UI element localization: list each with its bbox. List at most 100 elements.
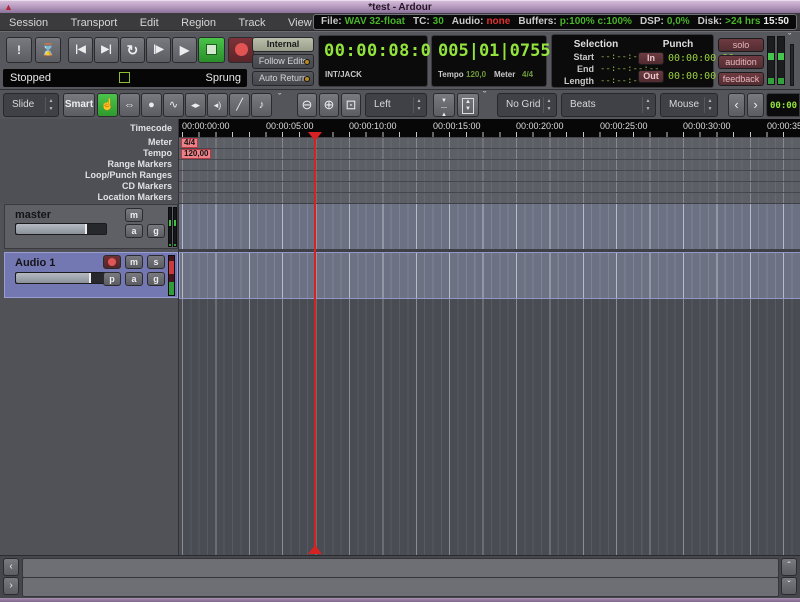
ruler-label-range-markers[interactable]: Range Markers — [0, 159, 177, 170]
ruler-label-meter[interactable]: Meter — [0, 137, 177, 148]
stepper-icon[interactable]: ▲▼ — [413, 97, 424, 113]
meter-ruler[interactable]: 4/4 — [179, 137, 800, 148]
summary-scroll-down-button[interactable]: ˇ — [781, 577, 797, 595]
sync-internal-button[interactable]: Internal — [252, 37, 314, 52]
menu-edit[interactable]: Edit — [131, 14, 168, 32]
summary-scroll-right-button[interactable]: › — [3, 577, 19, 595]
grid-mode-dropdown[interactable]: No Grid▲▼ — [497, 93, 557, 117]
ruler-label-loop-punch[interactable]: Loop/Punch Ranges — [0, 170, 177, 181]
summary-scroll-left-button[interactable]: ‹ — [3, 558, 19, 576]
punch-in-button[interactable]: In — [638, 52, 664, 65]
auto-return-button[interactable]: Auto Return — [252, 71, 314, 86]
ruler-canvas[interactable]: 00:00:00:00 00:00:05:00 00:00:10:00 00:0… — [178, 119, 800, 203]
midi-panic-button[interactable]: ! — [6, 37, 32, 63]
track-name-master[interactable]: master — [15, 209, 51, 221]
monitor-fader[interactable] — [790, 44, 794, 86]
feedback-button[interactable]: feedback — [718, 72, 764, 86]
track-header-audio1[interactable]: Audio 1 m s p a g — [4, 252, 178, 298]
audio1-p-button[interactable]: p — [103, 272, 121, 286]
audio1-g-button[interactable]: g — [147, 272, 165, 286]
ruler-label-cd-markers[interactable]: CD Markers — [0, 181, 177, 192]
fader-handle[interactable] — [85, 224, 87, 234]
tool-stretch-button[interactable]: ◂▸ — [185, 93, 206, 117]
tool-notes-button[interactable]: ♪ — [251, 93, 272, 117]
toolbar-expand-icon[interactable]: ˇ — [278, 92, 281, 102]
play-loop-button[interactable]: ↻ — [120, 37, 145, 63]
secondary-clock[interactable]: 005|01|0755 Tempo 120,0 Meter 4/4 — [431, 35, 547, 87]
tool-gain-button[interactable]: ∿ — [163, 93, 184, 117]
master-mute-button[interactable]: m — [125, 208, 143, 222]
menu-session[interactable]: Session — [0, 14, 57, 32]
ruler-label-tempo[interactable]: Tempo — [0, 148, 177, 159]
tool-audition-button[interactable]: ◂) — [207, 93, 228, 117]
metronome-button[interactable]: ⌛ — [35, 37, 61, 63]
master-g-button[interactable]: g — [147, 224, 165, 238]
shuttle-position-marker[interactable] — [119, 72, 130, 83]
master-a-button[interactable]: a — [125, 224, 143, 238]
range-markers-ruler[interactable] — [179, 159, 800, 170]
record-button[interactable] — [228, 37, 254, 63]
cd-markers-ruler[interactable] — [179, 181, 800, 192]
loop-punch-ruler[interactable] — [179, 170, 800, 181]
follow-edits-button[interactable]: Follow Edits — [252, 54, 314, 69]
nudge-back-button[interactable]: ‹ — [728, 93, 745, 117]
tool-draw-button[interactable]: ╱ — [229, 93, 250, 117]
edit-mode-dropdown[interactable]: Slide▲▼ — [3, 93, 59, 117]
summary-view-strip[interactable] — [22, 558, 779, 578]
primary-clock[interactable]: 00:00:08:05 INT/JACK — [318, 35, 428, 87]
audio1-gain-fader[interactable] — [15, 272, 107, 284]
grid-type-dropdown[interactable]: Beats▲▼ — [561, 93, 656, 117]
empty-canvas-area[interactable] — [179, 299, 800, 555]
stepper-icon[interactable]: ▲▼ — [704, 97, 715, 113]
stepper-icon[interactable]: ▲▼ — [45, 97, 56, 113]
tempo-ruler[interactable]: 120,00 — [179, 148, 800, 159]
edit-point-dropdown[interactable]: Mouse▲▼ — [660, 93, 718, 117]
summary-range-strip[interactable] — [22, 577, 779, 597]
audition-button[interactable]: audition — [718, 55, 764, 69]
tempo-value[interactable]: 120,0 — [466, 70, 486, 79]
stepper-icon[interactable]: ▲▼ — [642, 97, 653, 113]
meter-marker[interactable]: 4/4 — [181, 138, 198, 148]
summary-scroll-up-button[interactable]: ˆ — [781, 558, 797, 576]
audio1-solo-button[interactable]: s — [147, 255, 165, 269]
menu-track[interactable]: Track — [229, 14, 274, 32]
nudge-forward-button[interactable]: › — [747, 93, 764, 117]
audio1-track-lane[interactable] — [179, 252, 800, 299]
shuttle-control[interactable]: Stopped Sprung — [3, 69, 247, 87]
location-markers-ruler[interactable] — [179, 192, 800, 203]
stop-button[interactable] — [198, 37, 225, 63]
fit-tracks-button[interactable]: ▼—▲ — [433, 93, 455, 117]
tool-range-button[interactable]: ⇔ — [119, 93, 140, 117]
track-header-master[interactable]: master m a g — [4, 204, 178, 249]
menu-transport[interactable]: Transport — [62, 14, 127, 32]
zoom-fit-button[interactable]: ⊡ — [341, 93, 361, 117]
fit-selection-button[interactable]: ▲▼ — [457, 93, 479, 117]
playhead-bottom-handle[interactable] — [308, 545, 322, 554]
tool-grab-button[interactable]: ☝ — [97, 93, 118, 117]
goto-end-button[interactable]: ▶| — [94, 37, 119, 63]
audio1-a-button[interactable]: a — [125, 272, 143, 286]
track-name-audio1[interactable]: Audio 1 — [15, 257, 55, 269]
panel-collapse-icon[interactable]: ˇ — [788, 32, 791, 42]
solo-button[interactable]: solo — [718, 38, 764, 52]
nudge-clock[interactable]: 00:00:00 — [766, 93, 800, 117]
shuttle-mode-text[interactable]: Sprung — [206, 69, 241, 87]
track-canvas[interactable] — [178, 203, 800, 555]
smart-mode-button[interactable]: Smart — [63, 93, 95, 117]
master-gain-fader[interactable] — [15, 223, 107, 235]
zoom-out-button[interactable]: ⊖ — [297, 93, 317, 117]
timecode-ruler[interactable]: 00:00:00:00 00:00:05:00 00:00:10:00 00:0… — [179, 119, 800, 137]
audio1-mute-button[interactable]: m — [125, 255, 143, 269]
ruler-label-location-markers[interactable]: Location Markers — [0, 192, 177, 203]
tool-zoom-button[interactable]: ● — [141, 93, 162, 117]
punch-out-button[interactable]: Out — [638, 70, 664, 83]
stepper-icon[interactable]: ▲▼ — [543, 97, 554, 113]
audio1-record-arm-button[interactable] — [103, 255, 121, 269]
ruler-label-timecode[interactable]: Timecode — [0, 119, 177, 137]
primary-clock-time[interactable]: 00:00:08:05 — [324, 41, 442, 61]
play-button[interactable]: ▶ — [172, 37, 197, 63]
meter-value[interactable]: 4/4 — [522, 70, 533, 79]
master-track-lane[interactable] — [179, 204, 800, 249]
toolbar-expand-icon-2[interactable]: ˇ — [483, 90, 486, 100]
play-from-playhead-button[interactable]: |▶ — [146, 37, 171, 63]
